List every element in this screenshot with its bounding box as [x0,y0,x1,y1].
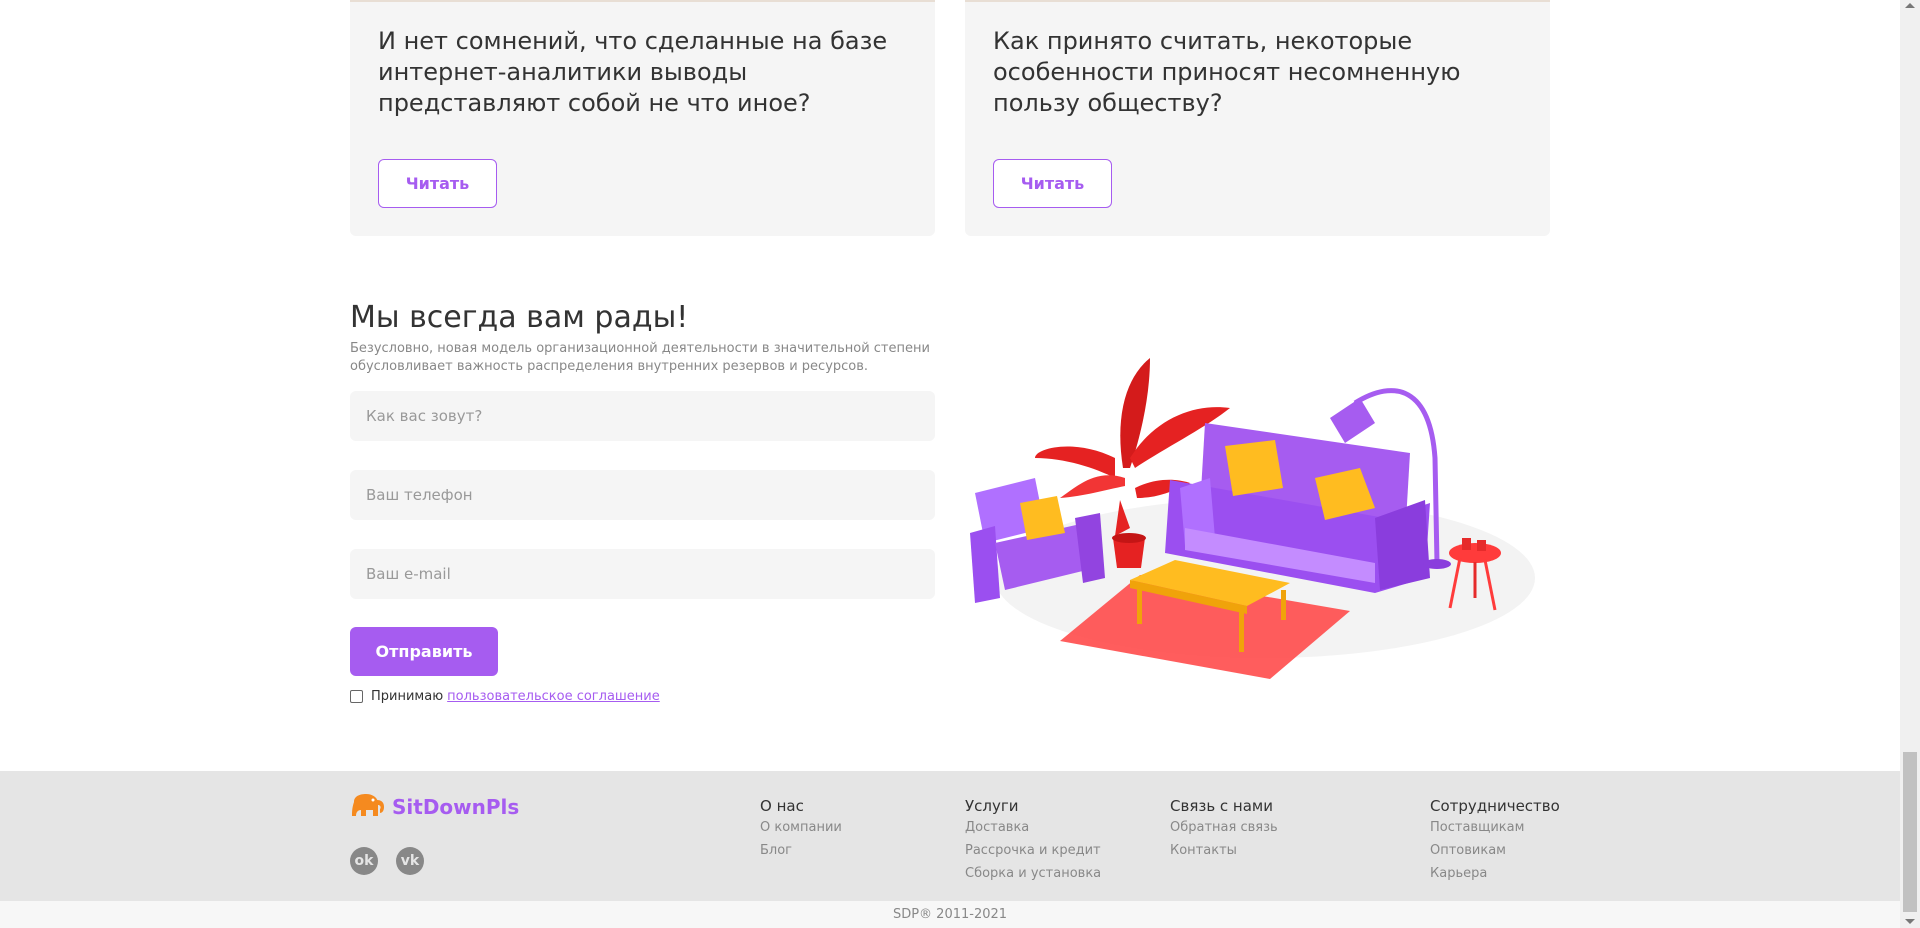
vk-icon[interactable]: vk [396,847,424,875]
odnoklassniki-icon[interactable]: ok [350,847,378,875]
footer-column-services: Услуги Доставка Рассрочка и кредит Сборк… [965,796,1101,885]
footer-link[interactable]: Оптовикам [1430,839,1560,862]
agreement-link[interactable]: пользовательское соглашение [447,689,660,704]
copyright: SDP® 2011-2021 [0,901,1900,928]
footer-link[interactable]: О компании [760,816,842,839]
card-title: Как принято считать, некоторые особеннос… [993,27,1461,117]
logo[interactable]: SitDownPls [350,794,519,820]
living-room-illustration [970,358,1535,679]
scroll-up-arrow-icon[interactable] [1905,3,1915,8]
footer-link[interactable]: Сборка и установка [965,862,1101,885]
footer-link[interactable]: Обратная связь [1170,816,1278,839]
elephant-logo-icon [352,794,384,816]
footer-column-title: Сотрудничество [1430,797,1560,815]
read-button[interactable]: Читать [993,159,1112,208]
footer: SitDownPls ok vk О нас О компании Блог У… [0,771,1900,901]
footer-column-about: О нас О компании Блог [760,796,842,862]
submit-button[interactable]: Отправить [350,627,498,676]
agreement-row: Принимаю пользовательское соглашение [350,689,660,704]
agreement-checkbox[interactable] [350,690,363,703]
name-field[interactable]: Как вас зовут? [350,391,935,441]
article-card: Как принято считать, некоторые особеннос… [965,0,1550,236]
agreement-label: Принимаю [371,689,444,704]
card-title: И нет сомнений, что сделанные на базе ин… [378,27,888,117]
page-scrollbar[interactable] [1900,0,1920,928]
footer-link[interactable]: Контакты [1170,839,1278,862]
footer-column-contacts: Связь с нами Обратная связь Контакты [1170,796,1278,862]
footer-link[interactable]: Поставщикам [1430,816,1560,839]
card-image-edge [350,0,935,2]
contact-section: Мы всегда вам рады! Безусловно, новая мо… [350,298,1550,718]
footer-column-partnership: Сотрудничество Поставщикам Оптовикам Кар… [1430,796,1560,885]
article-card: И нет сомнений, что сделанные на базе ин… [350,0,935,236]
footer-column-title: Связь с нами [1170,797,1274,815]
footer-link[interactable]: Блог [760,839,842,862]
scroll-down-arrow-icon[interactable] [1905,919,1915,924]
footer-link[interactable]: Рассрочка и кредит [965,839,1101,862]
form-description: Безусловно, новая модель организационной… [350,341,930,374]
card-image-edge [965,0,1550,2]
article-cards: И нет сомнений, что сделанные на базе ин… [350,0,1550,236]
read-button[interactable]: Читать [378,159,497,208]
contact-form: Мы всегда вам рады! Безусловно, новая мо… [350,298,935,376]
form-title: Мы всегда вам рады! [350,300,689,335]
footer-link[interactable]: Карьера [1430,862,1560,885]
logo-text: SitDownPls [392,795,520,819]
footer-column-title: О нас [760,797,804,815]
footer-link[interactable]: Доставка [965,816,1101,839]
footer-column-title: Услуги [965,797,1019,815]
email-field[interactable]: Ваш e-mail [350,549,935,599]
scroll-thumb[interactable] [1903,752,1917,912]
phone-field[interactable]: Ваш телефон [350,470,935,520]
